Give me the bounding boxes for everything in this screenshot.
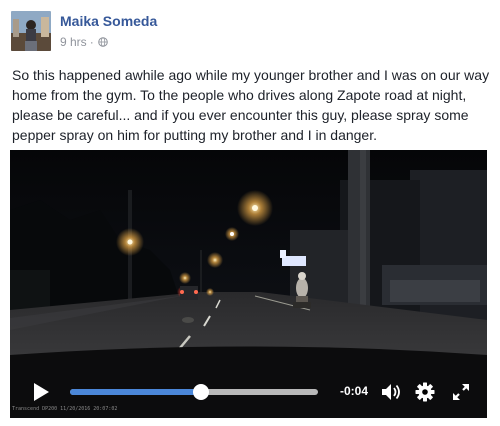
facebook-post: Maika Someda 9 hrs · So this happened aw… [0, 0, 500, 426]
progress-track[interactable] [70, 384, 318, 400]
author-name[interactable]: Maika Someda [60, 13, 157, 29]
post-meta: 9 hrs · [60, 35, 108, 49]
video-player[interactable]: Transcend DP200 11/20/2016 20:07:02 -0:0… [10, 150, 487, 418]
progress-fill [70, 389, 202, 395]
post-time[interactable]: 9 hrs [60, 35, 87, 49]
globe-icon[interactable] [97, 37, 108, 47]
gear-icon[interactable] [415, 382, 435, 402]
avatar-photo [11, 11, 51, 51]
play-icon[interactable] [31, 382, 51, 402]
volume-icon[interactable] [380, 382, 404, 402]
progress-handle[interactable] [193, 384, 210, 400]
video-controls: -0:04 [10, 372, 487, 412]
avatar[interactable] [11, 11, 51, 51]
fullscreen-icon[interactable] [451, 382, 471, 402]
post-text: So this happened awhile ago while my you… [12, 67, 490, 143]
time-remaining: -0:04 [340, 384, 369, 398]
meta-separator: · [89, 35, 94, 49]
